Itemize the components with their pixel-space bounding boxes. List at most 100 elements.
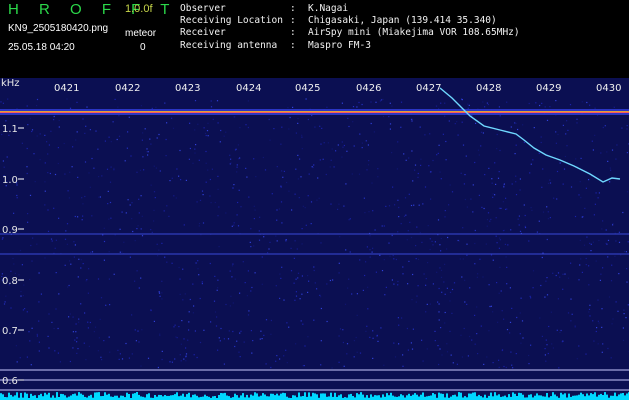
noise-speck bbox=[126, 147, 128, 149]
noise-floor-bin bbox=[496, 395, 498, 400]
noise-speck bbox=[314, 126, 316, 128]
noise-floor-bin bbox=[42, 396, 44, 400]
noise-floor-bin bbox=[588, 395, 590, 400]
noise-speck bbox=[510, 351, 512, 353]
noise-speck bbox=[411, 150, 413, 152]
noise-speck bbox=[438, 303, 440, 305]
noise-floor-bin bbox=[618, 394, 620, 400]
noise-speck bbox=[574, 215, 577, 218]
noise-speck bbox=[611, 323, 613, 325]
noise-speck bbox=[331, 148, 333, 150]
noise-speck bbox=[88, 345, 90, 347]
noise-speck bbox=[151, 107, 153, 109]
noise-speck bbox=[614, 255, 616, 257]
noise-speck bbox=[244, 282, 246, 284]
noise-speck bbox=[445, 140, 447, 143]
noise-speck bbox=[47, 153, 49, 155]
noise-speck bbox=[492, 193, 494, 195]
noise-speck bbox=[505, 366, 507, 369]
noise-speck bbox=[509, 287, 511, 289]
noise-speck bbox=[214, 201, 216, 204]
noise-speck bbox=[312, 166, 314, 169]
noise-speck bbox=[417, 176, 419, 178]
noise-speck bbox=[114, 234, 116, 236]
noise-speck bbox=[444, 102, 446, 104]
noise-speck bbox=[294, 299, 296, 301]
noise-speck bbox=[15, 345, 17, 347]
noise-speck bbox=[229, 270, 231, 272]
noise-speck bbox=[140, 195, 142, 197]
noise-speck bbox=[434, 340, 436, 342]
noise-speck bbox=[58, 293, 60, 295]
noise-speck bbox=[14, 272, 16, 274]
noise-speck bbox=[293, 257, 295, 259]
noise-speck bbox=[517, 128, 519, 131]
noise-speck bbox=[74, 339, 76, 341]
noise-speck bbox=[130, 155, 132, 157]
noise-speck bbox=[530, 163, 532, 165]
noise-floor-bin bbox=[452, 395, 454, 400]
noise-floor-bin bbox=[170, 395, 172, 400]
noise-speck bbox=[142, 156, 144, 158]
noise-speck bbox=[412, 273, 414, 276]
time-tick-label: 0430 bbox=[596, 83, 621, 94]
noise-speck bbox=[427, 225, 429, 227]
noise-speck bbox=[263, 236, 265, 238]
noise-speck bbox=[146, 151, 148, 153]
noise-floor-bin bbox=[292, 395, 294, 400]
noise-speck bbox=[288, 190, 290, 192]
noise-speck bbox=[542, 211, 545, 213]
noise-floor-bin bbox=[234, 393, 236, 400]
noise-speck bbox=[615, 301, 617, 303]
noise-speck bbox=[69, 260, 71, 262]
noise-speck bbox=[103, 227, 105, 229]
time-tick-label: 0428 bbox=[476, 83, 501, 94]
noise-speck bbox=[623, 309, 625, 311]
noise-speck bbox=[576, 122, 578, 124]
noise-floor-bin bbox=[382, 394, 384, 400]
noise-speck bbox=[437, 219, 440, 221]
noise-speck bbox=[171, 361, 173, 363]
noise-speck bbox=[150, 143, 152, 145]
noise-speck bbox=[119, 228, 121, 230]
noise-speck bbox=[456, 363, 458, 365]
noise-speck bbox=[498, 207, 501, 209]
noise-speck bbox=[569, 104, 572, 106]
noise-speck bbox=[64, 238, 67, 240]
noise-speck bbox=[164, 102, 166, 104]
noise-speck bbox=[615, 240, 617, 242]
noise-speck bbox=[53, 115, 55, 118]
info-key: Receiving antenna bbox=[180, 39, 278, 51]
noise-speck bbox=[231, 265, 234, 267]
noise-speck bbox=[609, 181, 611, 183]
noise-speck bbox=[203, 329, 205, 331]
noise-floor-bin bbox=[518, 392, 520, 400]
noise-speck bbox=[380, 99, 383, 101]
noise-speck bbox=[108, 218, 110, 220]
noise-speck bbox=[447, 236, 449, 239]
noise-floor-bin bbox=[352, 396, 354, 400]
noise-speck bbox=[518, 224, 520, 226]
noise-floor-bin bbox=[266, 396, 268, 400]
noise-speck bbox=[601, 326, 603, 328]
image-filename: KN9_2505180420.png bbox=[8, 23, 109, 34]
noise-speck bbox=[585, 353, 587, 355]
noise-speck bbox=[192, 162, 194, 164]
noise-speck bbox=[383, 259, 385, 261]
noise-speck bbox=[377, 340, 379, 342]
noise-speck bbox=[597, 299, 599, 301]
noise-speck bbox=[604, 125, 606, 127]
noise-speck bbox=[366, 246, 368, 248]
noise-speck bbox=[481, 206, 483, 208]
noise-speck bbox=[310, 201, 313, 203]
noise-speck bbox=[405, 214, 407, 216]
noise-speck bbox=[158, 133, 160, 136]
noise-speck bbox=[319, 159, 321, 161]
noise-speck bbox=[565, 133, 567, 135]
noise-speck bbox=[585, 257, 587, 260]
noise-speck bbox=[601, 351, 603, 353]
noise-speck bbox=[2, 160, 4, 162]
noise-speck bbox=[530, 207, 532, 209]
noise-speck bbox=[618, 231, 620, 233]
noise-speck bbox=[368, 211, 370, 213]
